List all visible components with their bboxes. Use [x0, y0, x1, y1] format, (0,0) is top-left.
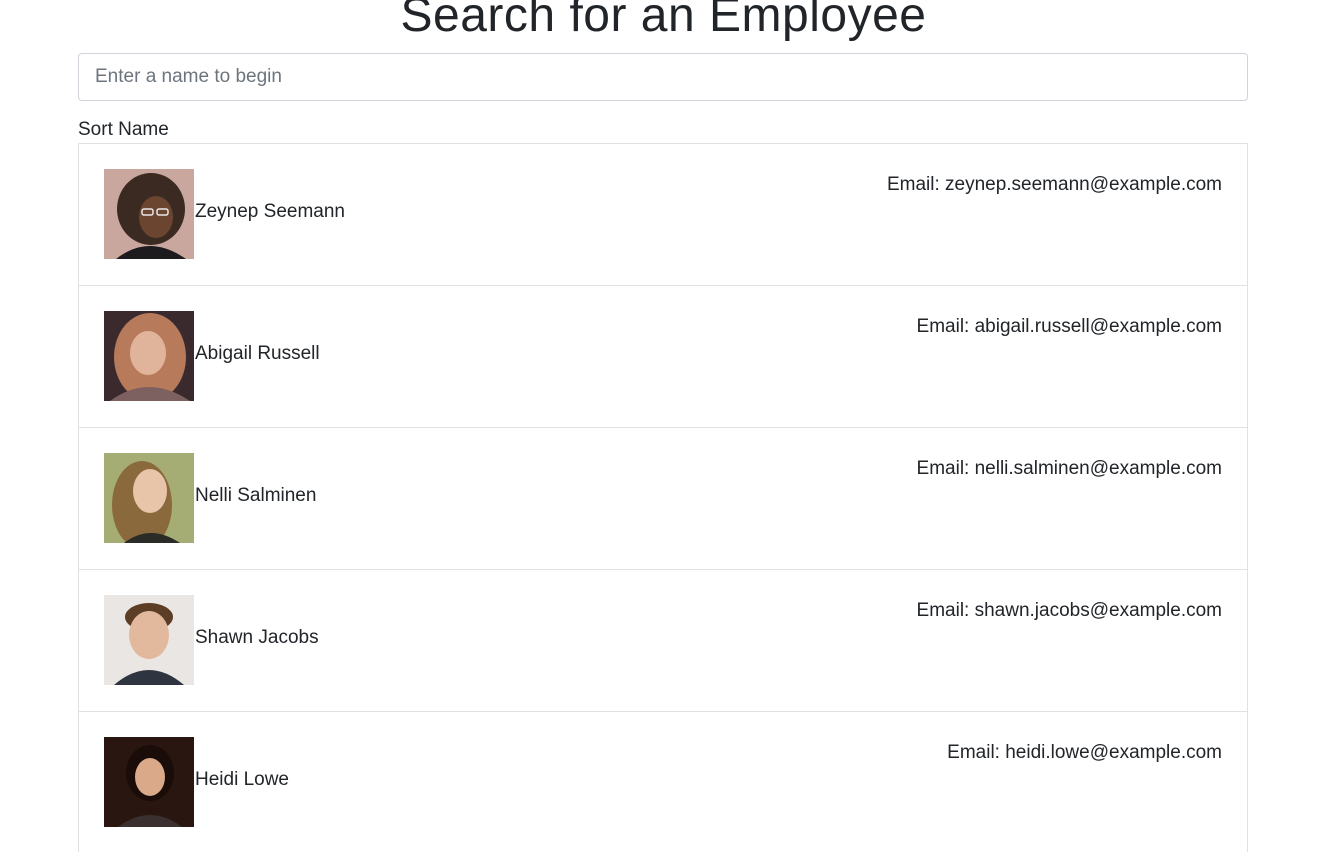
- employee-row: Shawn Jacobs Email: shawn.jacobs@example…: [79, 570, 1247, 712]
- employee-name: Shawn Jacobs: [195, 627, 319, 648]
- employee-row: Zeynep Seemann Email: zeynep.seemann@exa…: [79, 144, 1247, 286]
- sort-name-button[interactable]: Sort Name: [78, 118, 169, 142]
- employee-row: Abigail Russell Email: abigail.russell@e…: [79, 286, 1247, 428]
- employee-directory-page: Search for an Employee Sort Name Zeynep …: [0, 0, 1327, 852]
- employee-email: Email: abigail.russell@example.com: [916, 316, 1222, 337]
- employee-list: Zeynep Seemann Email: zeynep.seemann@exa…: [78, 143, 1248, 852]
- employee-email: Email: heidi.lowe@example.com: [947, 742, 1222, 763]
- employee-email: Email: zeynep.seemann@example.com: [886, 174, 1222, 195]
- employee-name: Zeynep Seemann: [195, 201, 345, 222]
- page-title: Search for an Employee: [400, 0, 927, 42]
- employee-photo: [104, 595, 194, 685]
- employee-photo: [104, 169, 194, 259]
- employee-email: Email: nelli.salminen@example.com: [916, 458, 1222, 479]
- employee-name: Nelli Salminen: [195, 485, 317, 506]
- employee-row: Heidi Lowe Email: heidi.lowe@example.com: [79, 712, 1247, 852]
- employee-name: Abigail Russell: [195, 343, 320, 364]
- employee-row: Nelli Salminen Email: nelli.salminen@exa…: [79, 428, 1247, 570]
- search-input[interactable]: [78, 53, 1248, 101]
- employee-photo: [104, 737, 194, 827]
- employee-name: Heidi Lowe: [195, 769, 289, 790]
- employee-photo: [104, 311, 194, 401]
- employee-photo: [104, 453, 194, 543]
- employee-email: Email: shawn.jacobs@example.com: [916, 600, 1222, 621]
